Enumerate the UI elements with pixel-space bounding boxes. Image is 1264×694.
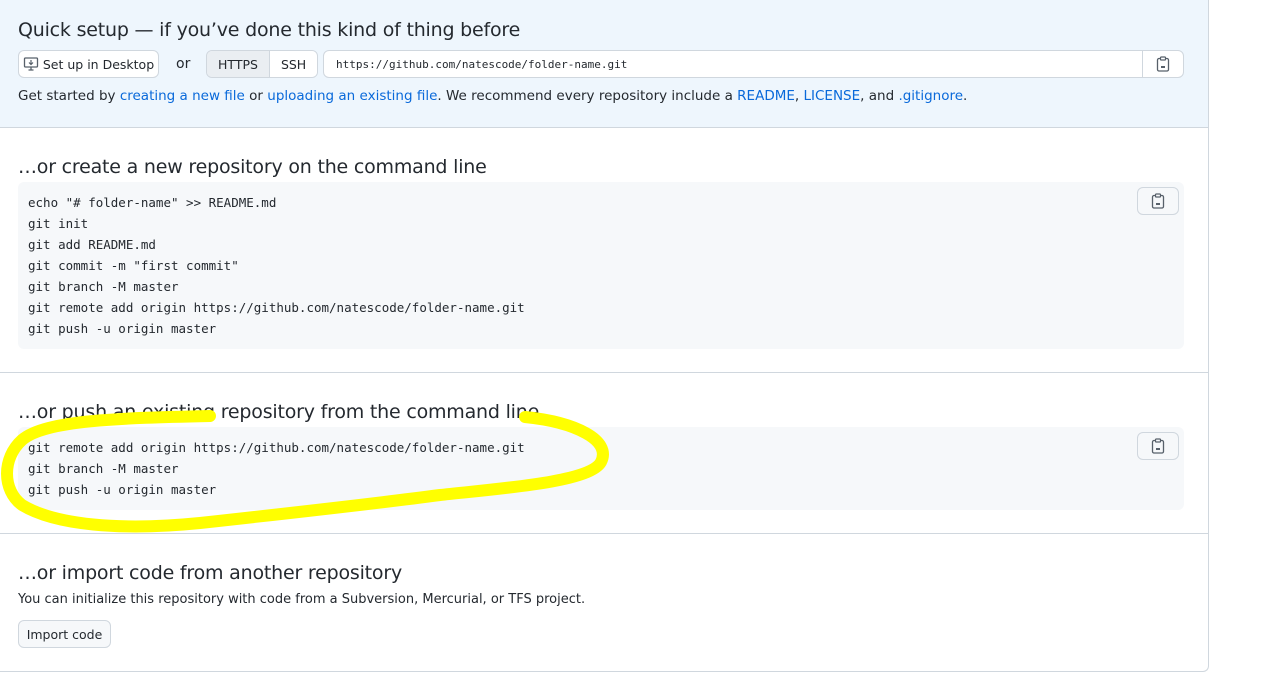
import-title: …or import code from another repository xyxy=(18,562,402,584)
help-text: Get started by xyxy=(18,88,120,104)
push-existing-copy-button[interactable] xyxy=(1137,432,1179,460)
import-description: You can initialize this repository with … xyxy=(18,592,586,607)
section-divider xyxy=(0,372,1208,373)
push-existing-code-block: git remote add origin https://github.com… xyxy=(18,427,1184,510)
getting-started-help: Get started by creating a new file or up… xyxy=(18,88,967,104)
readme-link[interactable]: README xyxy=(737,88,795,104)
code-line: echo "# folder-name" >> README.md xyxy=(28,195,277,210)
clone-url-text[interactable]: https://github.com/natescode/folder-name… xyxy=(324,51,1142,77)
help-text: . We recommend every repository include … xyxy=(437,88,738,104)
help-text: . xyxy=(963,88,968,104)
quick-setup-panel: Quick setup — if you’ve done this kind o… xyxy=(0,0,1208,128)
import-code-button[interactable]: Import code xyxy=(18,620,111,648)
code-line: git push -u origin master xyxy=(28,321,217,336)
upload-file-link[interactable]: uploading an existing file xyxy=(267,88,437,104)
setup-desktop-button[interactable]: Set up in Desktop xyxy=(18,50,159,78)
code-line: git remote add origin https://github.com… xyxy=(28,440,525,455)
help-text: , and xyxy=(860,88,899,104)
clone-url-copy-button[interactable] xyxy=(1142,51,1183,77)
code-line: git remote add origin https://github.com… xyxy=(28,300,525,315)
code-line: git branch -M master xyxy=(28,461,179,476)
new-repo-copy-button[interactable] xyxy=(1137,187,1179,215)
code-line: git add README.md xyxy=(28,237,156,252)
clipboard-icon xyxy=(1156,56,1170,72)
setup-desktop-label: Set up in Desktop xyxy=(42,56,155,72)
code-line: git commit -m "first commit" xyxy=(28,258,239,273)
quick-setup-title: Quick setup — if you’ve done this kind o… xyxy=(18,19,521,41)
create-new-file-link[interactable]: creating a new file xyxy=(120,88,245,104)
protocol-toggle: HTTPS SSH xyxy=(206,50,319,78)
protocol-ssh-button[interactable]: SSH xyxy=(269,51,318,77)
code-line: git branch -M master xyxy=(28,279,179,294)
license-link[interactable]: LICENSE xyxy=(803,88,860,104)
help-text: or xyxy=(244,88,268,104)
new-repo-title: …or create a new repository on the comma… xyxy=(18,156,487,178)
desktop-icon xyxy=(23,56,39,72)
or-label: or xyxy=(176,56,191,72)
clipboard-icon xyxy=(1151,438,1165,454)
protocol-https-button[interactable]: HTTPS xyxy=(207,51,270,77)
clone-url-field[interactable]: https://github.com/natescode/folder-name… xyxy=(323,50,1184,78)
code-line: git init xyxy=(28,216,89,231)
gitignore-link[interactable]: .gitignore xyxy=(898,88,963,104)
push-existing-title: …or push an existing repository from the… xyxy=(18,401,540,423)
import-code-label: Import code xyxy=(26,626,103,642)
new-repo-code-block: echo "# folder-name" >> README.md git in… xyxy=(18,182,1184,349)
clipboard-icon xyxy=(1151,193,1165,209)
repo-setup-container: Quick setup — if you’ve done this kind o… xyxy=(0,0,1209,672)
section-divider xyxy=(0,533,1208,534)
code-line: git push -u origin master xyxy=(28,482,217,497)
